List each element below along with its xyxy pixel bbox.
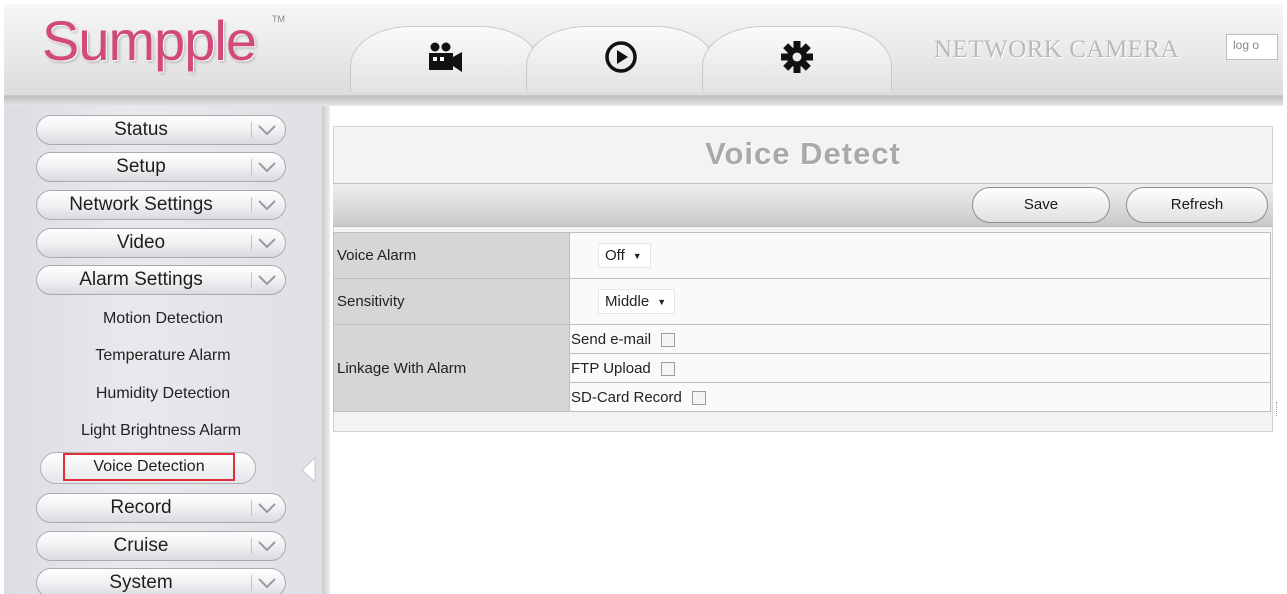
sd-card-record-checkbox[interactable] (691, 390, 706, 405)
dropdown-arrow-icon: ▼ (632, 251, 642, 262)
sidebar-item-label: Network Settings (69, 194, 213, 215)
sidebar-item-video[interactable]: Video (36, 228, 286, 258)
sidebar-item-record[interactable]: Record (36, 493, 286, 523)
sidebar-subitem-humidity-detection[interactable]: Humidity Detection (36, 380, 290, 408)
sumpple-logo: Sumpple (42, 9, 257, 72)
ftp-upload-option: FTP Upload (569, 353, 1271, 383)
page-title: Voice Detect (705, 136, 901, 171)
ftp-upload-checkbox[interactable] (660, 361, 675, 376)
send-email-label: Send e-mail (571, 330, 652, 348)
sidebar-divider (322, 106, 330, 594)
linkage-row-email: Linkage With Alarm Send e-mail (333, 324, 1271, 412)
voice-alarm-cell: Off ▼ (569, 232, 1271, 279)
sidebar-item-cruise[interactable]: Cruise (36, 531, 286, 561)
chevron-down-icon (251, 197, 279, 213)
send-email-checkbox[interactable] (661, 332, 676, 347)
sidebar-item-setup[interactable]: Setup (36, 152, 286, 182)
video-camera-icon (425, 40, 465, 79)
sensitivity-row: Sensitivity Middle ▼ (333, 278, 1271, 325)
sidebar-subitem-motion-detection[interactable]: Motion Detection (36, 305, 290, 333)
tab-settings[interactable] (702, 26, 892, 92)
sidebar-subitem-voice-detection[interactable]: Voice Detection (40, 452, 256, 484)
collapse-sidebar-arrow-icon[interactable] (300, 456, 316, 488)
sidebar-item-status[interactable]: Status (36, 115, 286, 145)
gear-icon (780, 40, 814, 79)
chevron-down-icon (251, 235, 279, 251)
sidebar-item-label: Alarm Settings (79, 269, 203, 290)
sidebar-item-label: System (109, 572, 173, 593)
header-bar: Sumpple TM NETWORK CAMERA log o (4, 4, 1283, 96)
chevron-down-icon (251, 122, 279, 138)
send-email-option: Send e-mail (569, 324, 1271, 354)
chevron-down-icon (251, 159, 279, 175)
chevron-down-icon (251, 272, 279, 288)
sidebar-item-label: Cruise (113, 535, 169, 556)
chevron-down-icon (251, 575, 279, 591)
play-circle-icon (604, 40, 638, 79)
tab-live-video[interactable] (350, 26, 540, 92)
logo-trademark: TM (272, 14, 285, 24)
voice-alarm-label: Voice Alarm (333, 232, 570, 279)
sidebar-item-network-settings[interactable]: Network Settings (36, 190, 286, 220)
sidebar-item-label: Setup (116, 156, 166, 177)
sidebar-item-alarm-settings[interactable]: Alarm Settings (36, 265, 286, 295)
sd-card-record-option: SD-Card Record (569, 382, 1271, 412)
resize-grip[interactable] (1276, 402, 1282, 416)
sidebar-item-label: Status (114, 119, 168, 140)
network-camera-title: NETWORK CAMERA (934, 36, 1180, 63)
sensitivity-value: Middle (605, 293, 650, 310)
ftp-upload-label: FTP Upload (571, 359, 651, 377)
selected-item-label: Voice Detection (63, 453, 235, 481)
voice-alarm-row: Voice Alarm Off ▼ (333, 232, 1271, 279)
sd-card-record-label: SD-Card Record (571, 388, 682, 406)
header-divider (4, 96, 1283, 106)
dropdown-arrow-icon: ▼ (657, 297, 667, 308)
sidebar-item-system[interactable]: System (36, 568, 286, 594)
sensitivity-label: Sensitivity (333, 278, 570, 325)
save-button[interactable]: Save (972, 187, 1110, 223)
sensitivity-cell: Middle ▼ (569, 278, 1271, 325)
sidebar-item-label: Record (110, 497, 172, 518)
linkage-with-alarm-label: Linkage With Alarm (333, 324, 570, 412)
voice-detect-settings-table: Voice Alarm Off ▼ Sensitivity Middle ▼ Lin… (333, 232, 1271, 412)
tab-playback[interactable] (526, 26, 716, 92)
voice-alarm-select[interactable]: Off ▼ (598, 243, 651, 268)
sidebar-item-label: Video (116, 232, 166, 253)
sensitivity-select[interactable]: Middle ▼ (598, 289, 676, 314)
voice-alarm-value: Off (605, 247, 625, 264)
sidebar-subitem-light-brightness-alarm[interactable]: Light Brightness Alarm (34, 417, 288, 445)
logout-button[interactable]: log o (1226, 34, 1278, 60)
chevron-down-icon (251, 538, 279, 554)
refresh-button[interactable]: Refresh (1126, 187, 1268, 223)
chevron-down-icon (251, 500, 279, 516)
sidebar-subitem-temperature-alarm[interactable]: Temperature Alarm (36, 342, 290, 370)
